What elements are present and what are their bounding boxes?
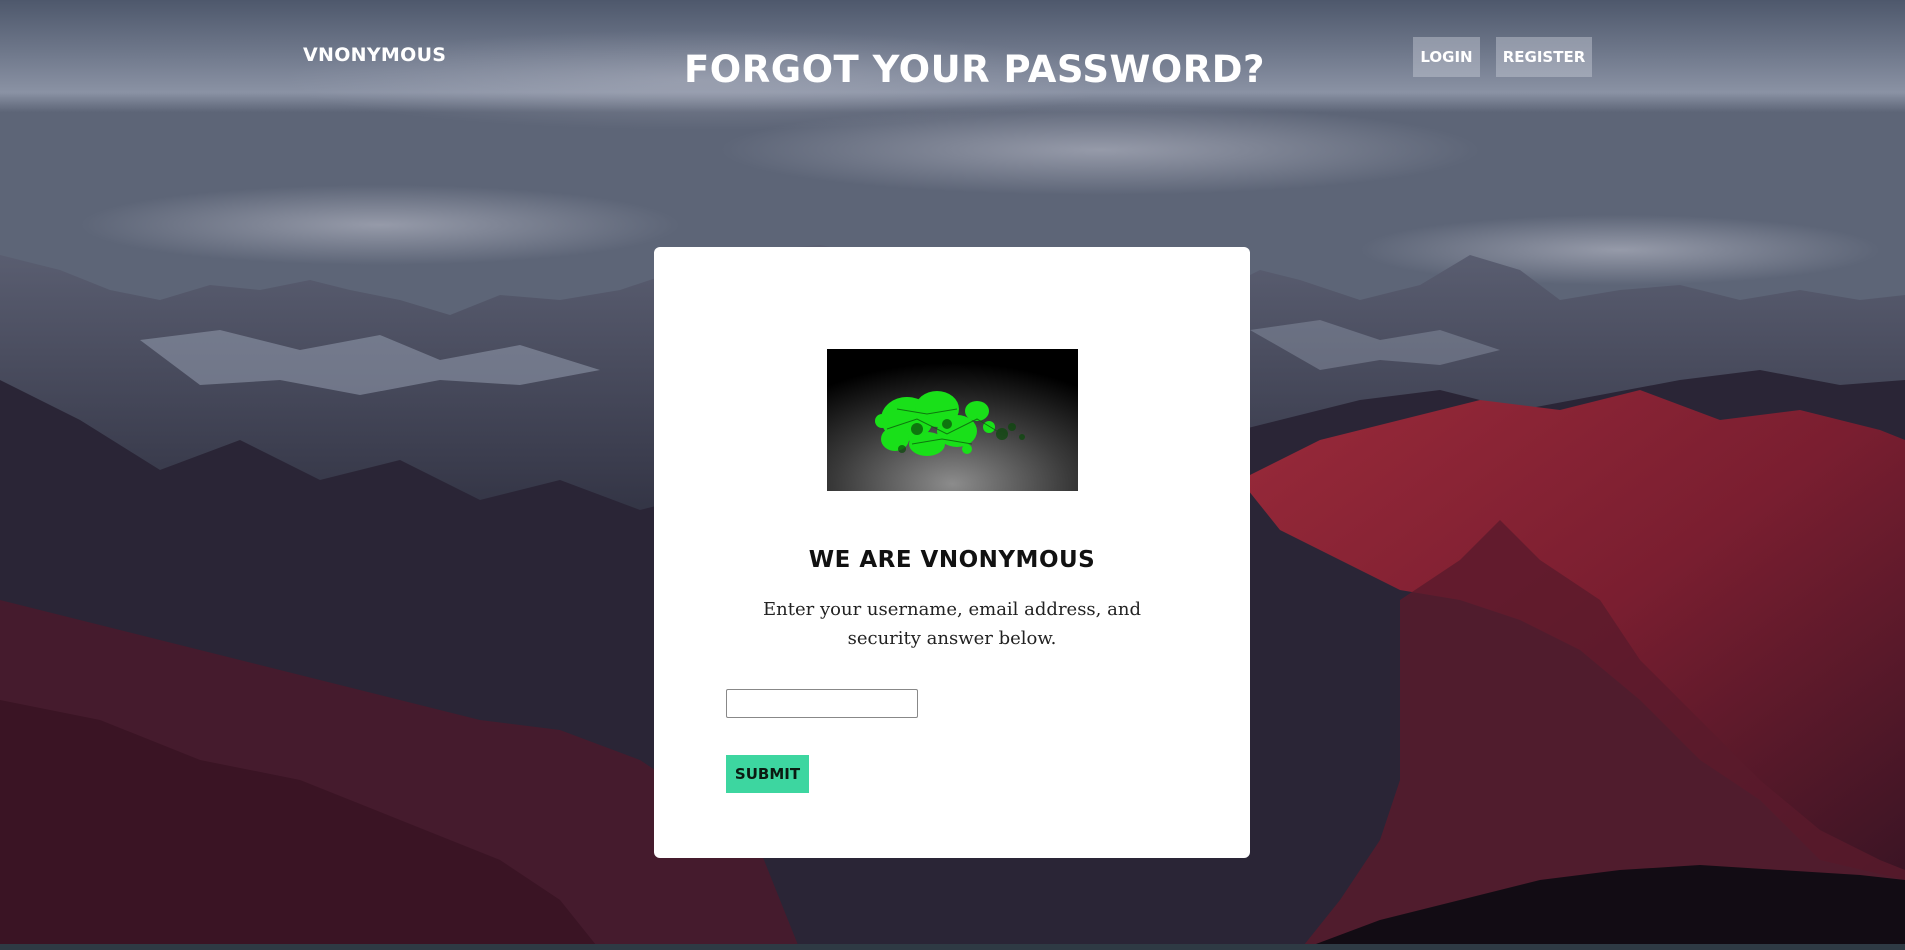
card-description: Enter your username, email address, and … bbox=[763, 599, 1141, 649]
page-title: FORGOT YOUR PASSWORD? bbox=[684, 48, 1265, 91]
navbar: VNONYMOUS FORGOT YOUR PASSWORD? LOGIN RE… bbox=[0, 0, 1905, 120]
submit-button[interactable]: SUBMIT bbox=[726, 755, 809, 793]
green-network-graph-logo-icon bbox=[827, 349, 1078, 491]
credentials-input[interactable] bbox=[726, 689, 918, 718]
brand-link[interactable]: VNONYMOUS bbox=[303, 44, 446, 66]
register-button[interactable]: REGISTER bbox=[1496, 37, 1592, 77]
card-heading: WE ARE VNONYMOUS bbox=[808, 547, 1096, 573]
forgot-password-card: WE ARE VNONYMOUS Enter your username, em… bbox=[654, 247, 1250, 858]
login-button[interactable]: LOGIN bbox=[1413, 37, 1480, 77]
bottom-edge bbox=[0, 944, 1905, 950]
page: VNONYMOUS FORGOT YOUR PASSWORD? LOGIN RE… bbox=[0, 0, 1905, 950]
